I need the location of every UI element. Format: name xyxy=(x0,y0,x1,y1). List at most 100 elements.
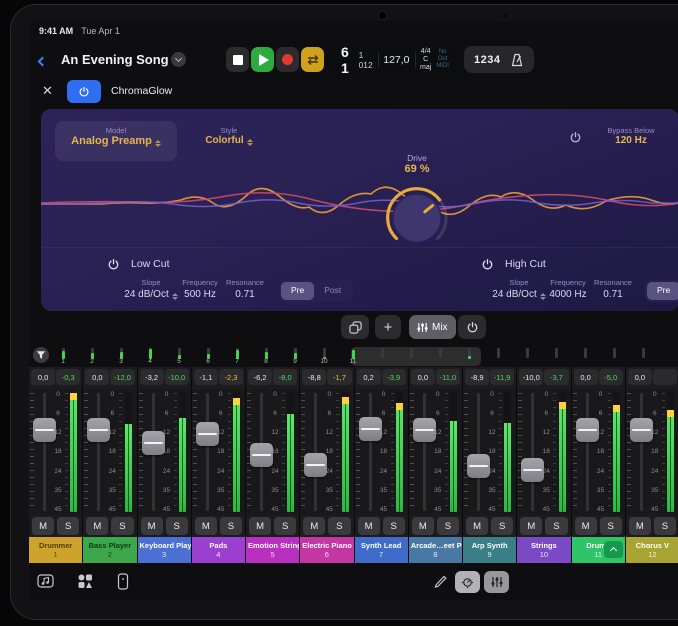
fader[interactable]: 061218243545 xyxy=(626,389,678,515)
mute-button[interactable]: M xyxy=(303,517,325,535)
draw-button[interactable] xyxy=(433,573,448,588)
fader-value[interactable]: 0,2 xyxy=(357,369,381,385)
midi-monitor: No Out MIDI xyxy=(436,49,449,70)
bypass-power-button[interactable] xyxy=(569,131,582,144)
post-button[interactable]: Post xyxy=(314,282,351,300)
track-name-button[interactable]: Electric Piano 6 xyxy=(300,537,353,563)
mute-button[interactable]: M xyxy=(520,517,542,535)
track-name-button[interactable]: Keyboard Player 3 xyxy=(138,537,191,563)
mute-button[interactable]: M xyxy=(575,517,597,535)
track-name-button[interactable]: Arp Synth 9 xyxy=(463,537,516,563)
solo-button[interactable]: S xyxy=(166,517,188,535)
clock: 9:41 AM xyxy=(39,26,73,36)
cycle-button[interactable] xyxy=(301,47,324,72)
fader[interactable]: 061218243545 xyxy=(463,389,516,515)
track-name-button[interactable]: Synth Lead 7 xyxy=(355,537,408,563)
high-cut-resonance[interactable]: Resonance 0.71 xyxy=(581,278,645,300)
solo-button[interactable]: S xyxy=(220,517,242,535)
model-selector[interactable]: Model Analog Preamp xyxy=(55,121,177,161)
track-name-button[interactable]: Chorus V 12 xyxy=(626,537,678,563)
mute-button[interactable]: M xyxy=(249,517,271,535)
fader[interactable]: 061218243545 xyxy=(192,389,245,515)
fader-value[interactable]: 0,0 xyxy=(411,369,435,385)
solo-button[interactable]: S xyxy=(545,517,567,535)
pre-button[interactable]: Pre xyxy=(647,282,678,300)
mute-button[interactable]: M xyxy=(629,517,651,535)
fader-value[interactable]: -8,9 xyxy=(465,369,489,385)
solo-button[interactable]: S xyxy=(600,517,622,535)
play-button[interactable] xyxy=(251,47,274,72)
count-in-button[interactable]: 1234 xyxy=(474,54,500,66)
fader-value[interactable]: 0,0 xyxy=(31,369,55,385)
plugin-power-button[interactable] xyxy=(67,80,101,103)
track-name-button[interactable]: Drummer 1 xyxy=(29,537,82,563)
collapse-stack-button[interactable] xyxy=(604,541,623,558)
solo-button[interactable]: S xyxy=(491,517,513,535)
solo-button[interactable]: S xyxy=(383,517,405,535)
solo-button[interactable]: S xyxy=(437,517,459,535)
mute-button[interactable]: M xyxy=(466,517,488,535)
mute-button[interactable]: M xyxy=(32,517,54,535)
fader[interactable]: 061218243545 xyxy=(300,389,353,515)
fader[interactable]: 061218243545 xyxy=(572,389,625,515)
add-button[interactable]: + xyxy=(375,315,401,339)
record-button[interactable] xyxy=(276,47,299,72)
mixer-view-button[interactable] xyxy=(484,571,509,593)
channel-strip: -1,1 -2,3 061218243545 M S Pads 4 xyxy=(192,367,245,563)
fader[interactable]: 061218243545 xyxy=(517,389,570,515)
lcd-display[interactable]: 6 1 1 012 127,0 4/4 C maj No Out MIDI xyxy=(334,46,456,73)
keyboard-button[interactable] xyxy=(117,573,129,590)
fader-value[interactable]: 0,0 xyxy=(628,369,652,385)
stop-button[interactable] xyxy=(226,47,249,72)
song-menu-button[interactable] xyxy=(171,52,186,67)
song-title[interactable]: An Evening Song xyxy=(61,52,169,67)
low-cut-power-button[interactable] xyxy=(107,258,120,271)
fader[interactable]: 061218243545 xyxy=(83,389,136,515)
fader[interactable]: 061218243545 xyxy=(409,389,462,515)
metronome-icon[interactable] xyxy=(510,53,524,67)
fader-value[interactable]: -6,2 xyxy=(248,369,272,385)
solo-button[interactable]: S xyxy=(274,517,296,535)
fader[interactable]: 061218243545 xyxy=(138,389,191,515)
browsers-button[interactable] xyxy=(37,573,54,589)
mute-button[interactable]: M xyxy=(358,517,380,535)
style-selector[interactable]: Style Colorful xyxy=(189,126,269,146)
library-button[interactable] xyxy=(77,573,93,589)
solo-button[interactable]: S xyxy=(654,517,676,535)
fader-value[interactable]: -1,1 xyxy=(194,369,218,385)
track-name-button[interactable]: Emotion Strings 5 xyxy=(246,537,299,563)
fader[interactable]: 061218243545 xyxy=(29,389,82,515)
fader-value[interactable]: -3,2 xyxy=(140,369,164,385)
fader[interactable]: 061218243545 xyxy=(246,389,299,515)
fader-value[interactable]: -10,0 xyxy=(519,369,543,385)
mix-button[interactable]: Mix xyxy=(409,315,456,339)
high-cut-power-button[interactable] xyxy=(481,258,494,271)
solo-button[interactable]: S xyxy=(57,517,79,535)
fader-value[interactable]: 0,0 xyxy=(85,369,109,385)
close-icon[interactable]: ✕ xyxy=(42,83,53,99)
mute-button[interactable]: M xyxy=(86,517,108,535)
back-button[interactable] xyxy=(39,52,46,70)
track-name-button[interactable]: Strings 10 xyxy=(517,537,570,563)
controls-view-button[interactable] xyxy=(455,571,480,593)
track-name-button[interactable]: Arcade…eet Pad 8 xyxy=(409,537,462,563)
fader[interactable]: 061218243545 xyxy=(355,389,408,515)
mixer-overview[interactable]: 1234567891011 xyxy=(29,347,678,366)
solo-button[interactable]: S xyxy=(328,517,350,535)
bypass-below-control[interactable]: Bypass Below 120 Hz xyxy=(593,126,669,146)
low-cut-resonance[interactable]: Resonance 0.71 xyxy=(213,278,277,300)
solo-button[interactable]: S xyxy=(111,517,133,535)
pre-button[interactable]: Pre xyxy=(281,282,314,300)
fader-value[interactable]: 0,0 xyxy=(574,369,598,385)
mute-button[interactable]: M xyxy=(141,517,163,535)
fader-value[interactable]: -8,8 xyxy=(302,369,326,385)
drive-knob[interactable] xyxy=(382,183,452,253)
filter-icon[interactable] xyxy=(33,347,49,363)
track-name-button[interactable]: Pads 4 xyxy=(192,537,245,563)
mute-button[interactable]: M xyxy=(195,517,217,535)
mute-button[interactable]: M xyxy=(412,517,434,535)
duplicate-button[interactable] xyxy=(341,315,369,339)
track-name-button[interactable]: Drums 11 xyxy=(572,537,625,563)
track-name-button[interactable]: Bass Player 2 xyxy=(83,537,136,563)
mixer-power-button[interactable] xyxy=(458,315,486,339)
